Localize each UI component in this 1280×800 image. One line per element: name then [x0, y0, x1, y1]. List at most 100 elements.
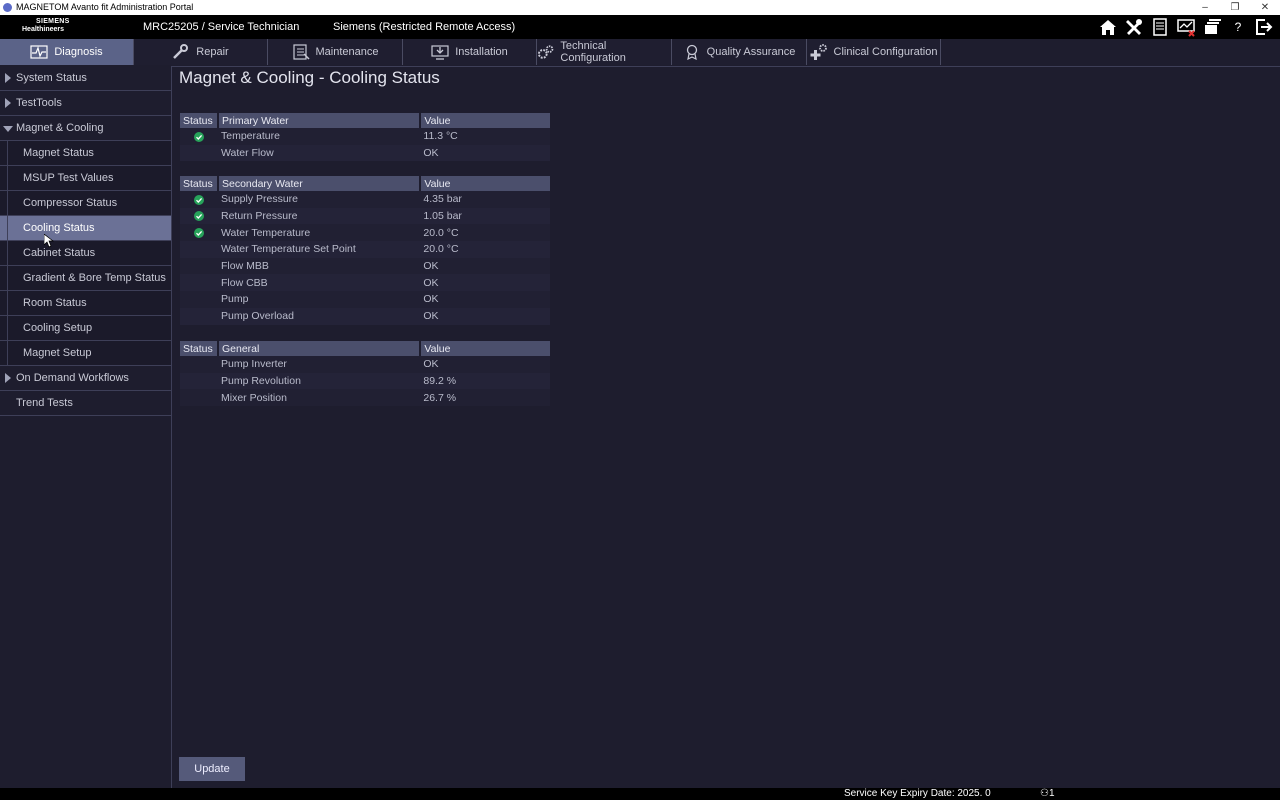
sidebar-item-label: Cabinet Status [23, 247, 96, 259]
parameter-name: Water Temperature [217, 224, 421, 242]
minimize-button[interactable]: – [1190, 0, 1220, 15]
table-row: Pump Revolution 89.2 % [180, 372, 550, 390]
tab-label: Installation [455, 46, 508, 58]
monitor-alert-icon[interactable] [1176, 17, 1196, 37]
tab-label: Maintenance [315, 46, 379, 58]
tab-maintenance[interactable]: Maintenance [268, 39, 403, 65]
status-cell [180, 224, 218, 242]
parameter-name: Flow CBB [217, 274, 421, 292]
parameter-value: 1.05 bar [420, 207, 550, 225]
sidebar-item-label: MSUP Test Values [23, 172, 114, 184]
sidebar-item-label: Cooling Status [23, 222, 95, 234]
column-header: Secondary Water [217, 176, 422, 191]
sidebar-item-magnet-status[interactable]: Magnet Status [0, 141, 171, 166]
tab-technical-configuration[interactable]: Technical Configuration [537, 39, 672, 65]
parameter-value: 26.7 % [420, 389, 550, 407]
sidebar-item-testtools[interactable]: TestTools [0, 91, 171, 116]
sidebar-item-system-status[interactable]: System Status [0, 66, 171, 91]
column-header: Status [180, 176, 219, 191]
parameter-value: 4.35 bar [420, 191, 550, 208]
expand-arrow-icon[interactable] [5, 98, 11, 108]
column-header: General [217, 341, 422, 356]
tools-icon[interactable] [1124, 17, 1144, 37]
restore-button[interactable]: ❐ [1220, 0, 1250, 15]
mouse-cursor-icon [44, 234, 54, 248]
table-row: Return Pressure 1.05 bar [180, 207, 550, 225]
parameter-name: Flow MBB [217, 257, 421, 275]
parameter-name: Pump Revolution [217, 372, 421, 390]
parameter-name: Pump Inverter [217, 356, 421, 373]
table-header: Status General Value [180, 341, 550, 356]
help-icon[interactable]: ? [1228, 17, 1248, 37]
column-header: Value [420, 341, 550, 356]
sidebar-item-label: On Demand Workflows [16, 372, 129, 384]
update-button[interactable]: Update [179, 757, 245, 781]
column-header: Value [420, 176, 550, 191]
sidebar-item-cooling-setup[interactable]: Cooling Setup [0, 316, 171, 341]
logout-icon[interactable] [1254, 17, 1274, 37]
parameter-name: Supply Pressure [217, 191, 421, 208]
parameter-value: OK [420, 307, 550, 325]
status-cell [180, 356, 218, 373]
sidebar-item-label: TestTools [16, 97, 62, 109]
column-header: Status [180, 341, 219, 356]
parameter-name: Pump Overload [217, 307, 421, 325]
sidebar-item-cabinet-status[interactable]: Cabinet Status [0, 241, 171, 266]
windows-icon[interactable] [1202, 17, 1222, 37]
sidebar-item-gradient-bore-temp-status[interactable]: Gradient & Bore Temp Status [0, 266, 171, 291]
parameter-name: Water Flow [217, 144, 421, 162]
expand-arrow-icon[interactable] [5, 73, 11, 83]
wrench-icon [173, 44, 189, 59]
sidebar-item-msup-test-values[interactable]: MSUP Test Values [0, 166, 171, 191]
app-icon [3, 3, 12, 12]
sidebar-item-compressor-status[interactable]: Compressor Status [0, 191, 171, 216]
document-icon[interactable] [1150, 17, 1170, 37]
tab-clinical-configuration[interactable]: Clinical Configuration [807, 39, 941, 65]
checklist-icon [292, 44, 310, 60]
status-cell [180, 128, 218, 145]
expand-arrow-icon[interactable] [5, 373, 11, 383]
table-row: Flow MBB OK [180, 257, 550, 275]
status-cell [180, 257, 218, 275]
table-header: Status Secondary Water Value [180, 176, 550, 191]
sidebar-item-label: System Status [16, 72, 87, 84]
parameter-value: OK [420, 356, 550, 373]
parameter-value: OK [420, 144, 550, 162]
status-cell [180, 389, 218, 407]
table-header: Status Primary Water Value [180, 113, 550, 128]
column-header: Value [420, 113, 550, 128]
window-title: MAGNETOM Avanto fit Administration Porta… [16, 2, 194, 12]
collapse-arrow-icon[interactable] [3, 126, 13, 132]
sidebar-item-magnet-cooling[interactable]: Magnet & Cooling [0, 116, 171, 141]
parameter-name: Water Temperature Set Point [217, 241, 421, 258]
main-tabs: Diagnosis Repair Maintenance Installatio… [0, 39, 1280, 67]
column-header: Status [180, 113, 219, 128]
users-count: 1 [1048, 788, 1055, 799]
tab-diagnosis[interactable]: Diagnosis [0, 39, 134, 65]
sidebar-item-cooling-status[interactable]: Cooling Status [0, 216, 171, 241]
access-info: Siemens (Restricted Remote Access) [333, 21, 516, 33]
table-row: Water Temperature 20.0 °C [180, 224, 550, 242]
table-row: Temperature 11.3 °C [180, 128, 550, 145]
ok-check-icon [193, 211, 204, 222]
tab-quality-assurance[interactable]: Quality Assurance [672, 39, 807, 65]
sidebar-item-magnet-setup[interactable]: Magnet Setup [0, 341, 171, 366]
sidebar-item-on-demand-workflows[interactable]: On Demand Workflows [0, 366, 171, 391]
close-button[interactable]: ✕ [1250, 0, 1280, 15]
plus-gear-icon [810, 44, 827, 60]
page-title: Magnet & Cooling - Cooling Status [179, 68, 440, 87]
sidebar-item-trend-tests[interactable]: Trend Tests [0, 391, 171, 416]
status-cell [180, 291, 218, 308]
tab-installation[interactable]: Installation [403, 39, 537, 65]
status-cell [180, 307, 218, 325]
status-cell [180, 144, 218, 162]
tab-repair[interactable]: Repair [134, 39, 268, 65]
table-row: Pump Overload OK [180, 307, 550, 325]
parameter-name: Pump [217, 291, 421, 308]
table-row: Pump Inverter OK [180, 356, 550, 373]
connected-users: ⚇1 [1040, 787, 1055, 800]
parameter-value: 89.2 % [420, 372, 550, 390]
sidebar-item-label: Gradient & Bore Temp Status [23, 272, 166, 284]
sidebar-item-room-status[interactable]: Room Status [0, 291, 171, 316]
home-icon[interactable] [1098, 17, 1118, 37]
